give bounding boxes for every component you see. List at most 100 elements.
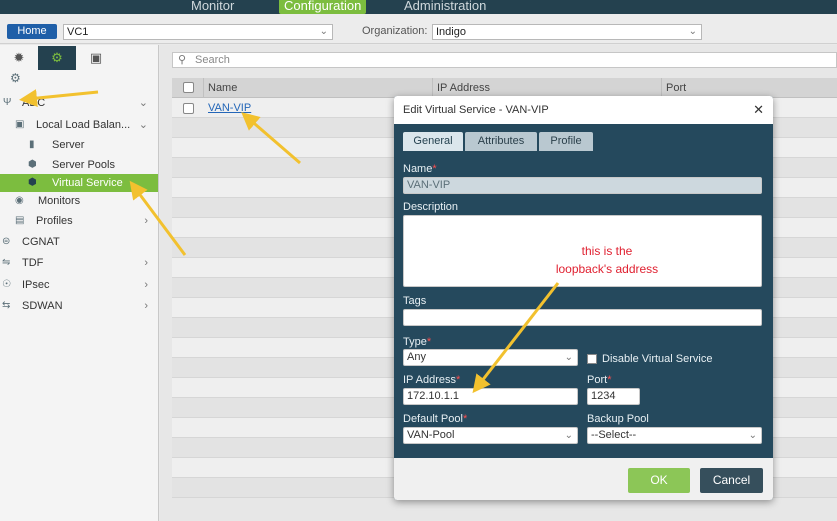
dialog-body: Name* VAN-VIP Description this is the lo… <box>397 151 770 457</box>
type-select[interactable]: Any ⌄ <box>403 349 578 366</box>
chevron-right-icon: › <box>144 215 148 227</box>
sidebar-item-server[interactable]: ▮ Server <box>0 136 158 154</box>
home-button[interactable]: Home <box>7 24 57 39</box>
table-header: Name IP Address Port <box>172 78 837 98</box>
top-nav: Monitor Configuration Administration <box>0 0 837 14</box>
sidebar-item-label: Server <box>52 139 85 151</box>
sidebar-item-monitors[interactable]: ◉ Monitors <box>0 192 158 210</box>
backup-pool-value: --Select-- <box>591 429 637 441</box>
default-pool-value: VAN-Pool <box>407 429 455 441</box>
port-field[interactable]: 1234 <box>587 388 640 405</box>
adc-icon: Ψ <box>3 97 12 108</box>
sidebar-item-local-load-balancer[interactable]: ▣ Local Load Balan... ⌄ <box>0 116 158 134</box>
sidebar-item-adc[interactable]: Ψ ADC ⌄ <box>0 94 158 112</box>
port-label: Port* <box>587 374 612 386</box>
sidebar-item-label: Server Pools <box>52 159 115 171</box>
sidebar: ✹ ⚙ ▣ ⚙ Ψ ADC ⌄ ▣ Local Load Balan... ⌄ … <box>0 45 159 521</box>
tab-profile[interactable]: Profile <box>539 132 593 151</box>
disable-virtual-service-checkbox[interactable] <box>587 354 597 364</box>
dialog-footer: OK Cancel <box>394 458 773 500</box>
chevron-right-icon: › <box>144 257 148 269</box>
search-input[interactable]: ⚲ Search <box>172 52 837 68</box>
sidebar-item-ipsec[interactable]: ☉ IPsec › <box>0 276 158 294</box>
monitor-icon: ◉ <box>15 195 24 206</box>
sidebar-item-cgnat[interactable]: ⊜ CGNAT <box>0 233 158 251</box>
sidebar-item-label: Virtual Service <box>52 177 123 189</box>
ip-address-field[interactable]: 172.10.1.1 <box>403 388 578 405</box>
search-placeholder: Search <box>195 54 230 66</box>
cube-icon: ⬢ <box>28 177 37 188</box>
org-icon[interactable]: ⚙ <box>10 71 21 85</box>
backup-pool-select[interactable]: --Select-- ⌄ <box>587 427 762 444</box>
chevron-down-icon: ⌄ <box>748 430 757 441</box>
sidebar-item-label: SDWAN <box>22 300 63 312</box>
sidebar-item-label: IPsec <box>22 279 50 291</box>
sidebar-item-tdf[interactable]: ⇋ TDF › <box>0 254 158 272</box>
close-icon[interactable]: ✕ <box>753 102 764 118</box>
ip-address-label: IP Address* <box>403 374 461 386</box>
chevron-down-icon: ⌄ <box>319 26 328 37</box>
sidebar-item-label: Profiles <box>36 215 73 227</box>
sidebar-item-profiles[interactable]: ▤ Profiles › <box>0 212 158 230</box>
tab-attributes[interactable]: Attributes <box>465 132 537 151</box>
type-label: Type* <box>403 336 432 348</box>
chevron-down-icon: ⌄ <box>688 26 697 37</box>
context-bar: Home VC1 ⌄ Organization: Indigo ⌄ <box>0 14 837 44</box>
column-header-port[interactable]: Port <box>661 78 837 98</box>
sidebar-item-label: Monitors <box>38 195 81 207</box>
gear-icon[interactable]: ⚙ <box>38 46 76 70</box>
chevron-down-icon: ⌄ <box>138 97 148 109</box>
chevron-right-icon: › <box>144 279 148 291</box>
cancel-button[interactable]: Cancel <box>700 468 763 493</box>
server-icon: ▮ <box>29 139 35 150</box>
sidebar-item-server-pools[interactable]: ⬢ Server Pools <box>0 156 158 174</box>
backup-pool-label: Backup Pool <box>587 413 649 425</box>
cube-icon[interactable]: ▣ <box>77 46 115 70</box>
organization-label: Organization: <box>362 25 428 37</box>
network-icon[interactable]: ✹ <box>0 46 38 70</box>
type-select-value: Any <box>407 351 426 363</box>
default-pool-label: Default Pool* <box>403 413 468 425</box>
nav-monitor[interactable]: Monitor <box>191 0 234 14</box>
scope-select-value: VC1 <box>67 26 89 38</box>
ok-button[interactable]: OK <box>628 468 690 493</box>
select-all-checkbox[interactable] <box>183 82 194 93</box>
pool-icon: ⬢ <box>28 159 37 170</box>
annotation-text: this is the loopback's address <box>555 244 659 276</box>
dialog-header: Edit Virtual Service - VAN-VIP ✕ <box>394 96 773 124</box>
description-label: Description <box>403 201 459 213</box>
lb-icon: ▣ <box>15 119 25 130</box>
name-field: VAN-VIP <box>403 177 762 194</box>
organization-select-value: Indigo <box>436 26 466 38</box>
default-pool-select[interactable]: VAN-Pool ⌄ <box>403 427 578 444</box>
virtual-service-link[interactable]: VAN-VIP <box>208 98 251 118</box>
sidebar-item-virtual-service[interactable]: ⬢ Virtual Service <box>0 174 158 192</box>
chevron-right-icon: › <box>144 300 148 312</box>
profile-icon: ▤ <box>15 215 25 226</box>
search-icon: ⚲ <box>178 54 187 66</box>
dialog-title: Edit Virtual Service - VAN-VIP <box>403 104 549 116</box>
cgnat-icon: ⊜ <box>2 236 11 247</box>
column-header-ip-address[interactable]: IP Address <box>432 78 661 98</box>
sidebar-item-label: CGNAT <box>22 236 60 248</box>
nav-administration[interactable]: Administration <box>404 0 486 14</box>
name-label: Name* <box>403 163 437 175</box>
sidebar-item-label: TDF <box>22 257 44 269</box>
row-checkbox[interactable] <box>183 103 194 114</box>
tab-general[interactable]: General <box>403 132 463 151</box>
sdwan-icon: ⇆ <box>2 300 11 311</box>
organization-select[interactable]: Indigo ⌄ <box>432 24 702 40</box>
disable-virtual-service-label: Disable Virtual Service <box>602 353 713 365</box>
tags-field[interactable] <box>403 309 762 326</box>
scope-select[interactable]: VC1 ⌄ <box>63 24 333 40</box>
nav-configuration[interactable]: Configuration <box>279 0 367 14</box>
tags-label: Tags <box>403 295 427 307</box>
tdf-icon: ⇋ <box>2 257 11 268</box>
sidebar-item-sdwan[interactable]: ⇆ SDWAN › <box>0 297 158 315</box>
chevron-down-icon: ⌄ <box>564 430 573 441</box>
ipsec-icon: ☉ <box>2 279 11 290</box>
sidebar-item-label: Local Load Balan... <box>36 119 131 131</box>
chevron-down-icon: ⌄ <box>564 352 573 363</box>
column-header-name[interactable]: Name <box>203 78 432 98</box>
chevron-down-icon: ⌄ <box>138 119 148 131</box>
